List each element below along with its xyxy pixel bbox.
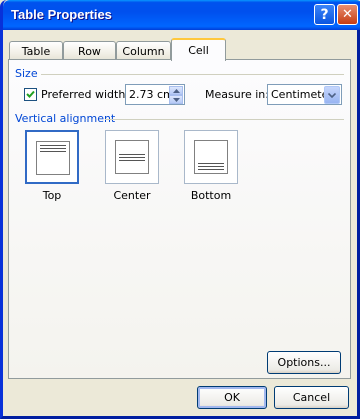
- align-bottom-option[interactable]: [184, 130, 238, 184]
- tab-column-label: Column: [122, 44, 165, 58]
- size-group-label: Size: [15, 67, 38, 80]
- text-line: [119, 160, 145, 161]
- text-line: [40, 151, 66, 152]
- arrow-up-icon: [172, 88, 180, 93]
- title-bar[interactable]: Table Properties ? ✕: [3, 0, 360, 30]
- arrow-down-icon: [172, 97, 180, 102]
- options-button[interactable]: Options...: [267, 351, 341, 374]
- preferred-width-label: Preferred width:: [41, 88, 130, 101]
- spinner-buttons: [169, 86, 183, 104]
- ok-button[interactable]: OK: [197, 386, 267, 409]
- align-top-icon: [36, 141, 70, 175]
- text-line: [198, 166, 224, 167]
- text-line: [40, 148, 66, 149]
- align-center-icon: [115, 140, 149, 174]
- close-icon: ✕: [342, 7, 353, 22]
- align-bottom-icon: [194, 140, 228, 174]
- size-separator: [41, 74, 344, 75]
- close-button[interactable]: ✕: [337, 4, 358, 25]
- measure-in-select[interactable]: Centimeter: [267, 84, 342, 105]
- chevron-down-icon: [328, 92, 336, 98]
- checkmark-icon: [26, 90, 35, 98]
- cancel-button-label: Cancel: [292, 391, 331, 404]
- options-button-label: Options...: [277, 356, 331, 369]
- text-line: [119, 154, 145, 155]
- preferred-width-checkbox[interactable]: [24, 88, 37, 101]
- preferred-width-spinner[interactable]: 2.73 cm: [125, 84, 185, 105]
- preferred-width-value[interactable]: 2.73 cm: [129, 88, 174, 101]
- text-line: [198, 163, 224, 164]
- text-line: [198, 169, 224, 170]
- tab-table-label: Table: [21, 44, 51, 58]
- help-icon: ?: [320, 6, 329, 23]
- tab-cell-label: Cell: [188, 44, 209, 57]
- cancel-button[interactable]: Cancel: [274, 386, 349, 409]
- ok-button-label: OK: [224, 391, 240, 404]
- align-center-label: Center: [113, 189, 151, 202]
- spin-down-button[interactable]: [169, 95, 183, 104]
- spin-up-button[interactable]: [169, 86, 183, 95]
- align-top-option[interactable]: [25, 130, 79, 184]
- text-line: [119, 157, 145, 158]
- align-bottom-label: Bottom: [190, 189, 232, 202]
- align-center-option[interactable]: [105, 130, 159, 184]
- tab-table[interactable]: Table: [9, 41, 63, 60]
- help-button[interactable]: ?: [314, 4, 335, 25]
- vertical-alignment-group-label: Vertical alignment: [15, 112, 116, 125]
- measure-in-label: Measure in:: [205, 88, 269, 101]
- measure-in-dropdown-button[interactable]: [324, 86, 340, 104]
- align-top-label: Top: [42, 189, 62, 202]
- tab-column[interactable]: Column: [116, 41, 171, 60]
- tab-row-label: Row: [78, 44, 101, 58]
- tab-cell[interactable]: Cell: [171, 38, 226, 61]
- window-title: Table Properties: [11, 7, 112, 22]
- cell-tab-panel: Size Preferred width: 2.73 cm Measure in…: [8, 59, 351, 379]
- tab-row[interactable]: Row: [63, 41, 116, 60]
- vertical-alignment-separator: [105, 119, 344, 120]
- text-line: [40, 145, 66, 146]
